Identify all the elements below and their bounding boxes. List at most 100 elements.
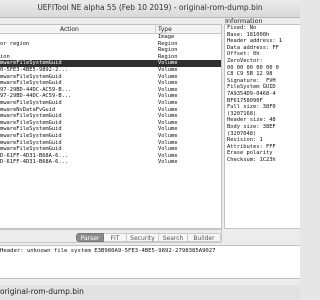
tree-row-type: Volume	[158, 73, 178, 80]
info-line: Header address: 1	[227, 38, 283, 45]
tree-row-type: Volume	[158, 80, 178, 87]
status-filename: original-rom-dump.bin	[0, 287, 84, 296]
tree-row-name: 97-29BD-44DC-AC59-B...	[0, 93, 72, 100]
tree-row-type: Volume	[158, 139, 178, 146]
tree-row-type: Volume	[158, 159, 178, 166]
info-line: 00 00 00 00 00 0	[227, 64, 279, 71]
tree-row-name: mwareNvDataFvGuid	[0, 106, 56, 113]
tree-row[interactable]: D-61FF-4D31-B68A-6... Volume	[0, 159, 221, 166]
information-panel[interactable]: Fixed: No Base: 181000h Header address: 1D…	[224, 24, 300, 229]
tree-row[interactable]: mwareFileSystemGuid Volume	[0, 139, 221, 147]
tree-row-type: Volume	[158, 86, 178, 93]
tree-row[interactable]: 97-29BD-44DC-AC59-B... Volume	[0, 86, 221, 94]
tree-row-name: mwareFileSystemGuid	[0, 119, 62, 126]
tree-row-type: Image	[158, 34, 175, 40]
tab-fit[interactable]: FIT	[104, 233, 127, 242]
tree-row[interactable]: 97-29BD-44DC-AC59-B... Volume	[0, 93, 221, 100]
info-line: 7A9354D9-0468-4	[227, 90, 276, 97]
info-line: (3207168)	[227, 110, 257, 117]
tree-row[interactable]	[0, 166, 221, 173]
tree-row-type: Volume	[158, 119, 178, 126]
tree-row-type: Volume	[158, 152, 178, 159]
tree-row[interactable]: mwareFileSystemGuid Volume	[0, 80, 221, 87]
tab-search[interactable]: Search	[159, 233, 188, 242]
tree-row[interactable]: mwareFileSystemGuid Volume	[0, 146, 221, 153]
column-separator[interactable]	[155, 25, 156, 34]
tree-row-type: Volume	[158, 60, 178, 67]
title-bar[interactable]: UEFITool NE alpha 55 (Feb 10 2019) - ori…	[0, 0, 300, 18]
info-line: Erase polarity	[227, 150, 273, 157]
info-line: Fixed: No	[227, 25, 257, 31]
info-line: FileSystem GUID	[227, 84, 276, 91]
tab-security[interactable]: Security	[127, 233, 159, 242]
tree-row[interactable]: or region Region	[0, 40, 221, 48]
tree-rows: Image or region Region Region ion Region mware…	[0, 34, 221, 179]
tree-row-name: ion	[0, 53, 10, 60]
tree-row-name: mwareFileSystemGuid	[0, 73, 62, 80]
tree-row-name: D-61FF-4D31-B68A-6...	[0, 152, 69, 159]
tree-row[interactable]	[0, 172, 221, 179]
structure-tree[interactable]: Action Type Image or region Region Region io…	[0, 24, 222, 229]
info-line: C8 C9 5B 12 98	[227, 71, 273, 78]
tree-row[interactable]: mwareFileSystemGuid Volume	[0, 73, 221, 81]
tree-row[interactable]: 0-5FE3-4BE5-9892-2... Volume	[0, 66, 221, 74]
tree-row[interactable]: mwareNvDataFvGuid Volume	[0, 106, 221, 114]
info-line: (3207048)	[227, 130, 257, 137]
tree-row-name: mwareFileSystemGuid	[0, 60, 62, 67]
info-line: Header size: 48	[227, 117, 276, 124]
tree-row[interactable]: Region	[0, 47, 221, 54]
tree-row-type: Volume	[158, 66, 178, 73]
tree-row-type: Region	[158, 40, 178, 47]
tree-row-name: mwareFileSystemGuid	[0, 132, 62, 139]
info-line: Signature: _FVH	[227, 77, 276, 84]
tree-row-name: mwareFileSystemGuid	[0, 113, 62, 120]
info-line: Offset: 0h	[227, 51, 260, 58]
tree-row[interactable]: mwareFileSystemGuid Volume	[0, 99, 221, 107]
tree-row-type: Volume	[158, 113, 178, 120]
tree-row[interactable]: D-61FF-4D31-B68A-6... Volume	[0, 152, 221, 160]
info-line: ZeroVector:	[227, 57, 263, 64]
tree-row-name: mwareFileSystemGuid	[0, 146, 62, 153]
messages-panel[interactable]: Header: unknown file system E3B980A9-5FE…	[0, 245, 300, 279]
tree-row[interactable]: mwareFileSystemGuid Volume	[0, 113, 221, 120]
tree-row[interactable]: ion Region	[0, 53, 221, 61]
tree-header: Action Type	[0, 25, 221, 34]
info-line: Base: 181000h	[227, 31, 270, 38]
tree-row[interactable]: mwareFileSystemGuid Volume	[0, 60, 221, 67]
tree-row-type: Region	[158, 53, 178, 60]
tree-row-type: Volume	[158, 146, 178, 153]
info-line: Checksum: 1C23h	[227, 156, 276, 163]
tree-row[interactable]: mwareFileSystemGuid Volume	[0, 126, 221, 133]
message-line[interactable]: Header: unknown file system E3B980A9-5FE…	[0, 248, 216, 254]
tree-row-name: D-61FF-4D31-B68A-6...	[0, 159, 69, 166]
column-header-action[interactable]: Action	[60, 25, 79, 34]
tree-row-type: Volume	[158, 132, 178, 139]
info-line: Attributes: FFF	[227, 143, 276, 150]
status-bar: original-rom-dump.bin	[0, 285, 300, 300]
tab-builder[interactable]: Builder	[188, 233, 221, 242]
tree-row-name: or region	[0, 40, 30, 47]
tree-row-type: Region	[158, 47, 178, 54]
tab-parser[interactable]: Parser	[76, 233, 104, 242]
tree-row-type: Volume	[158, 93, 178, 100]
tree-row-name: 97-29BD-44DC-AC59-B...	[0, 86, 72, 93]
tree-row[interactable]: mwareFileSystemGuid Volume	[0, 119, 221, 127]
info-line: Full size: 38F0	[227, 104, 276, 111]
tree-row[interactable]: Image	[0, 34, 221, 41]
window-title: UEFITool NE alpha 55 (Feb 10 2019) - ori…	[37, 3, 263, 12]
tree-row-name: mwareFileSystemGuid	[0, 99, 62, 106]
tree-row-type: Volume	[158, 106, 178, 113]
info-line: Body size: 38EF	[227, 123, 276, 130]
info-line: BF61758090F	[227, 97, 263, 104]
tree-row-name: 0-5FE3-4BE5-9892-2...	[0, 66, 69, 73]
tree-row-type: Volume	[158, 99, 178, 106]
tree-row-name: mwareFileSystemGuid	[0, 139, 62, 146]
info-line: Revision: 1	[227, 137, 263, 144]
column-header-type[interactable]: Type	[158, 25, 172, 34]
main-window: UEFITool NE alpha 55 (Feb 10 2019) - ori…	[0, 0, 300, 300]
tab-bar: Parser FIT Security Search Builder	[0, 229, 222, 243]
tree-row-type: Volume	[158, 126, 178, 133]
info-line: Data address: FF	[227, 44, 279, 51]
tree-row-name: mwareFileSystemGuid	[0, 80, 62, 87]
tree-row[interactable]: mwareFileSystemGuid Volume	[0, 132, 221, 140]
